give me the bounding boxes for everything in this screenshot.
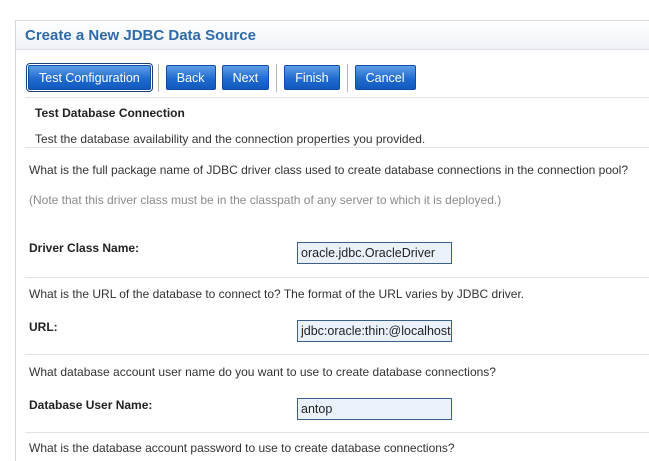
next-button[interactable]: Next	[221, 65, 270, 90]
database-user-name-field[interactable]: antop	[297, 398, 452, 420]
divider	[25, 277, 649, 278]
driver-question: What is the full package name of JDBC dr…	[29, 163, 629, 177]
driver-class-field[interactable]: oracle.jdbc.OracleDriver	[297, 242, 452, 264]
url-field[interactable]: jdbc:oracle:thin:@localhost	[297, 320, 452, 342]
divider	[25, 432, 649, 433]
test-configuration-button[interactable]: Test Configuration	[26, 63, 153, 92]
toolbar-separator	[157, 63, 159, 92]
section-description: Test the database availability and the c…	[35, 132, 426, 146]
password-question: What is the database account password to…	[29, 441, 455, 455]
wizard-panel: Create a New JDBC Data Source Test Confi…	[15, 20, 649, 461]
cancel-button[interactable]: Cancel	[354, 65, 416, 90]
section-title: Test Database Connection	[35, 106, 185, 120]
user-question: What database account user name do you w…	[29, 365, 496, 379]
divider	[25, 97, 649, 98]
url-question: What is the URL of the database to conne…	[29, 287, 525, 301]
back-button[interactable]: Back	[165, 65, 216, 90]
page-title: Create a New JDBC Data Source	[25, 26, 256, 44]
driver-note: (Note that this driver class must be in …	[29, 193, 502, 207]
title-bar: Create a New JDBC Data Source	[16, 21, 649, 50]
section-header: Test Database Connection Test the databa…	[16, 92, 649, 146]
divider	[25, 354, 649, 355]
divider	[25, 147, 649, 148]
toolbar-separator	[276, 63, 278, 92]
wizard-toolbar: Test Configuration Back Next Finish Canc…	[16, 50, 649, 92]
toolbar-separator	[346, 63, 348, 92]
finish-button[interactable]: Finish	[284, 65, 340, 90]
